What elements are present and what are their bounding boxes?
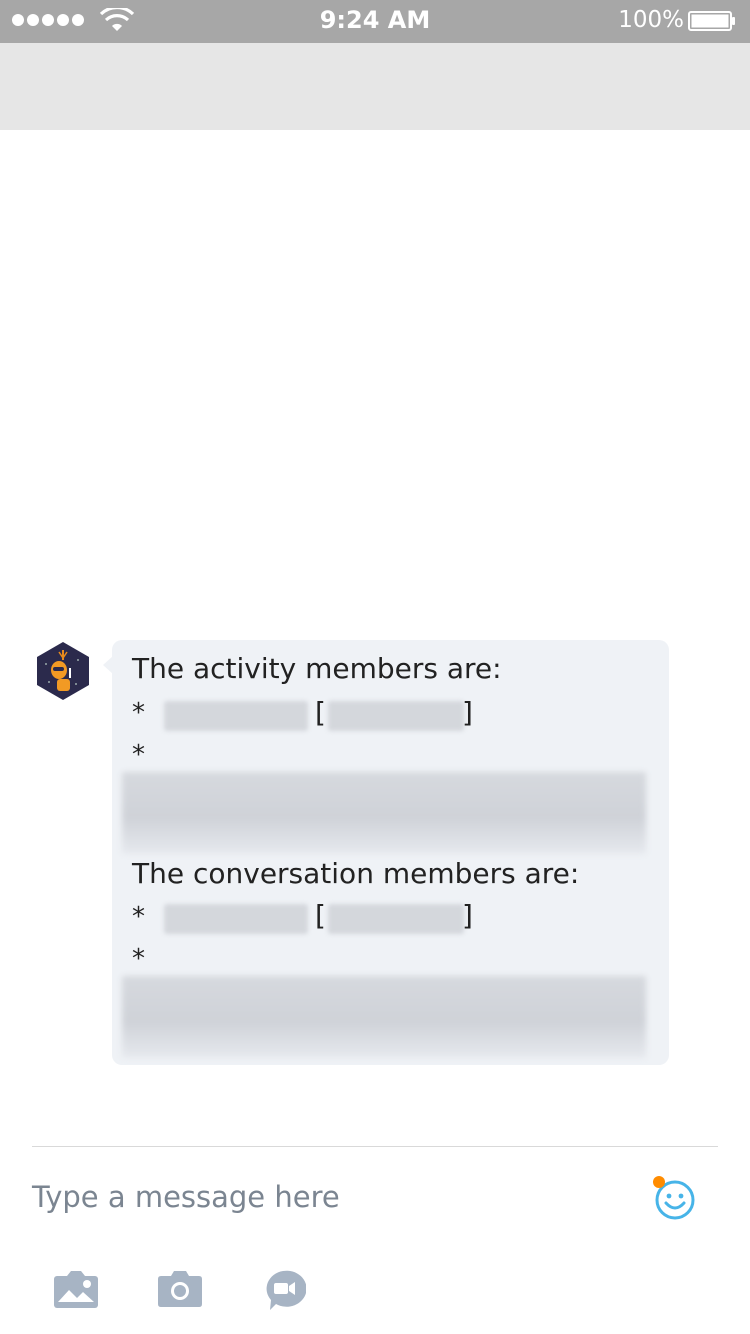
- bullet-star: *: [132, 740, 145, 770]
- open-bracket: [: [315, 696, 326, 729]
- message-bubble: The activity members are: * [ ] * The co…: [103, 640, 669, 1065]
- battery-percent: 100%: [618, 7, 684, 33]
- redacted-member-details: [122, 976, 646, 1058]
- video-call-icon[interactable]: [262, 1270, 306, 1312]
- camera-icon[interactable]: [157, 1270, 203, 1308]
- emoji-icon[interactable]: [650, 1175, 698, 1223]
- bot-avatar-icon[interactable]: [32, 640, 94, 702]
- activity-members-heading: The activity members are:: [132, 652, 502, 685]
- close-bracket: ]: [462, 899, 473, 932]
- redacted-member-id: [328, 701, 464, 731]
- redacted-member-name: [164, 904, 308, 934]
- navigation-bar: [0, 43, 750, 130]
- message-input[interactable]: Type a message here: [32, 1180, 340, 1214]
- image-icon[interactable]: [53, 1270, 99, 1310]
- conversation-members-heading: The conversation members are:: [132, 857, 580, 890]
- redacted-member-name: [164, 701, 308, 731]
- battery-icon: [688, 11, 735, 31]
- bullet-star: *: [132, 944, 145, 974]
- status-bar: 9:24 AM 100%: [0, 0, 750, 43]
- bullet-star: *: [132, 698, 145, 728]
- open-bracket: [: [315, 899, 326, 932]
- redacted-member-details: [122, 772, 646, 854]
- close-bracket: ]: [462, 696, 473, 729]
- composer-divider: [32, 1146, 718, 1147]
- redacted-member-id: [328, 904, 464, 934]
- bullet-star: *: [132, 902, 145, 932]
